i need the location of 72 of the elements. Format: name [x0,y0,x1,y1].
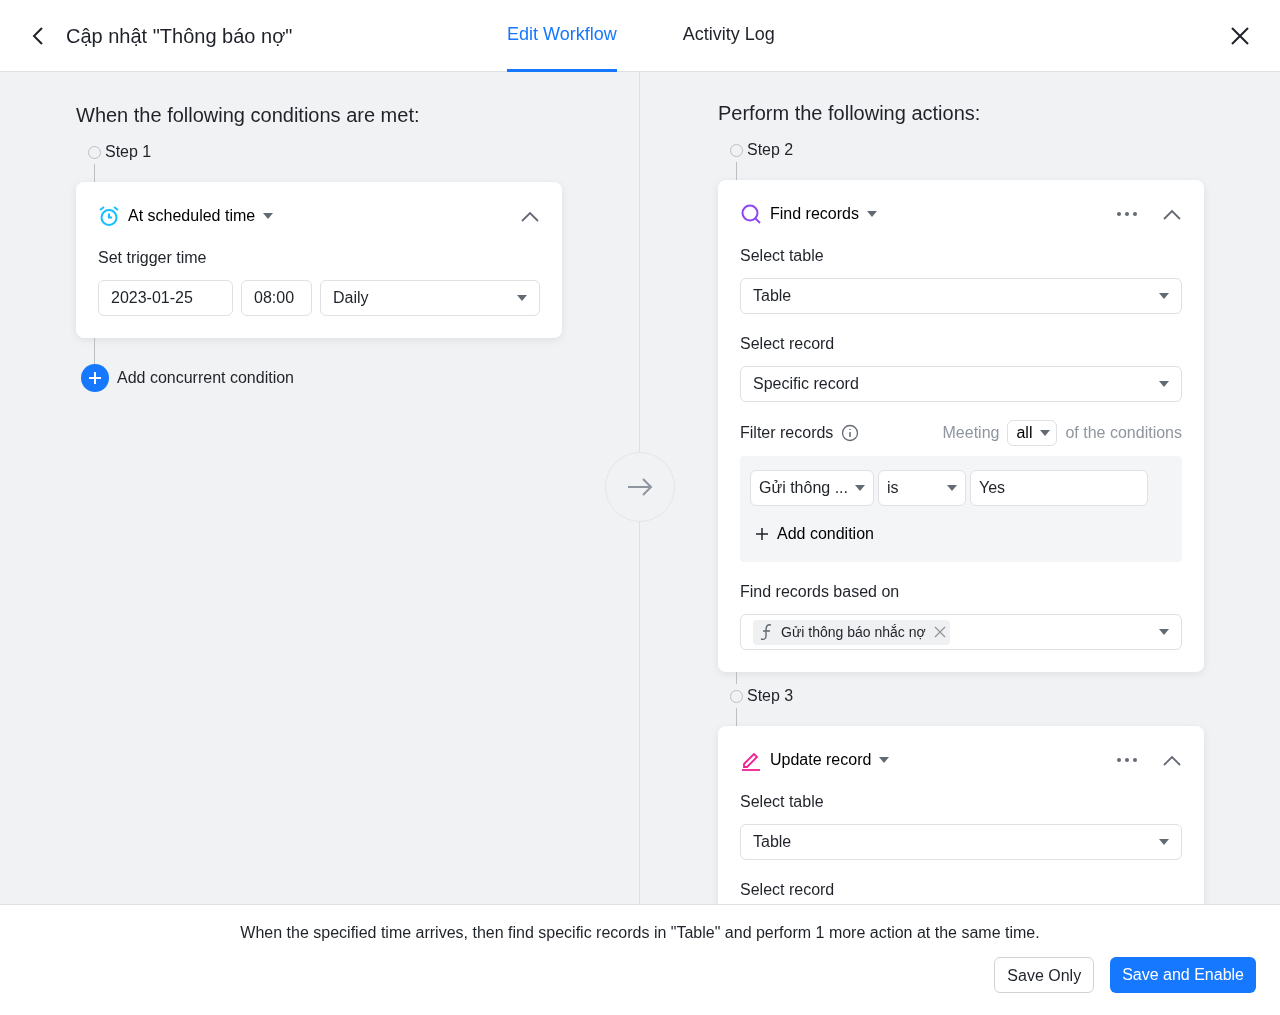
info-icon [841,424,860,442]
caret-icon [263,213,274,219]
section-heading: Perform the following actions: [718,101,982,126]
step-marker [730,689,743,703]
caret-icon [1159,629,1169,635]
meeting-label: Meeting [942,423,1000,443]
field-label: Select table [740,792,825,812]
caret-icon [1040,430,1051,436]
collapse-button[interactable] [1162,754,1182,766]
plus-icon [88,371,102,385]
field-dropdown[interactable]: Gửi thông ... [750,470,874,506]
close-button[interactable] [1230,25,1250,46]
field-label: Filter records [740,423,834,443]
action-type-dropdown[interactable]: Find records [770,202,877,226]
search-icon [740,203,762,225]
step-marker [730,143,743,157]
collapse-button[interactable] [520,210,540,222]
caret-icon [517,295,527,301]
add-condition-button[interactable]: Add condition [755,522,874,546]
step-marker [88,145,101,159]
field-label: Select table [740,246,825,266]
conditions-suffix-label: of the conditions [1065,423,1182,443]
caret-icon [1159,381,1169,387]
more-button[interactable] [1116,211,1138,217]
close-icon [1230,25,1250,46]
caret-icon [947,485,957,491]
caret-icon [866,211,877,217]
action-type-dropdown[interactable]: Update record [770,748,890,772]
tag-select-field[interactable]: Gửi thông báo nhắc nợ [740,614,1182,650]
add-condition-button[interactable] [81,364,109,392]
match-dropdown[interactable]: all [1007,420,1058,446]
page-title: Cập nhật "Thông báo nợ" [66,23,293,49]
field-label: Set trigger time [98,248,208,268]
caret-icon [1159,293,1169,299]
plus-icon [755,527,769,541]
tag-chip: Gửi thông báo nhắc nợ [753,619,950,645]
value-field[interactable]: Yes [970,470,1148,506]
back-button[interactable] [30,25,46,46]
save-button[interactable]: Save Only [994,957,1095,993]
more-icon [1116,757,1138,763]
select-dropdown[interactable]: Table [740,278,1182,314]
trigger-type-dropdown[interactable]: At scheduled time [128,204,274,228]
chevron-up-icon [1162,754,1182,766]
collapse-button[interactable] [1162,208,1182,220]
select-dropdown[interactable]: Specific record [740,366,1182,402]
step-label: Step 2 [747,140,794,160]
caret-icon [1159,839,1169,845]
function-icon [759,623,773,641]
field-label: Select record [740,334,836,354]
step-label: Step 3 [747,686,794,706]
chevron-up-icon [520,210,540,222]
caret-icon [855,485,865,491]
date-field[interactable]: 2023-01-25 [98,280,233,316]
tab[interactable]: Activity Log [682,0,775,72]
field-label: Find records based on [740,582,901,602]
section-heading: When the following conditions are met: [76,103,421,128]
add-concurrent-condition-label[interactable]: Add concurrent condition [117,366,294,390]
more-button[interactable] [1116,757,1138,763]
summary-text: When the specified time arrives, then find specific records in "Table" and perform 1 more action at the same time. [240,923,1040,943]
time-field[interactable]: 08:00 [241,280,312,316]
more-icon [1116,211,1138,217]
caret-icon [879,757,890,763]
remove-tag-button[interactable] [933,626,946,638]
close-icon [933,626,946,638]
frequency-dropdown[interactable]: Daily [320,280,540,316]
save-and-enable-button[interactable]: Save and Enable [1110,957,1256,993]
chevron-up-icon [1162,208,1182,220]
step-label: Step 1 [105,142,152,162]
operator-dropdown[interactable]: is [878,470,966,506]
select-dropdown[interactable]: Table [740,824,1182,860]
field-label: Select record [740,880,836,900]
alarm-clock-icon [98,205,120,227]
